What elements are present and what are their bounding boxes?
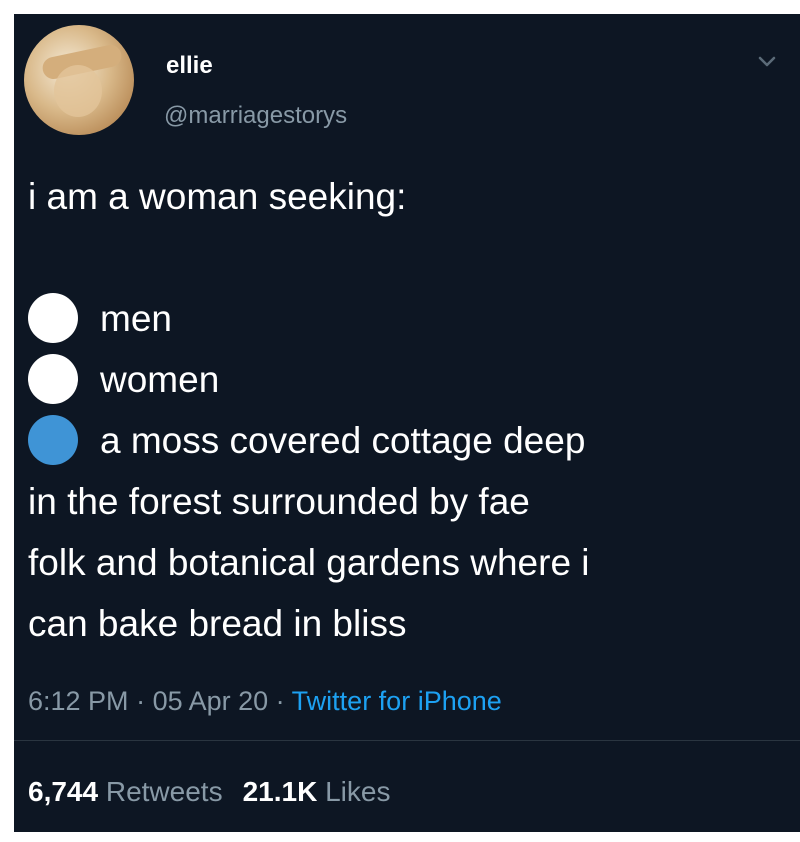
option-cottage: a moss covered cottage deep: [28, 410, 788, 471]
divider: [14, 740, 800, 741]
radio-unselected-icon: [28, 293, 78, 344]
option-label: women: [100, 359, 220, 400]
tweet-line: folk and botanical gardens where i: [28, 542, 590, 583]
likes-stat[interactable]: 21.1K Likes: [243, 776, 391, 807]
retweets-label: Retweets: [105, 776, 223, 807]
tweet-time[interactable]: 6:12 PM: [28, 686, 129, 716]
tweet-line: can bake bread in bliss: [28, 603, 407, 644]
chevron-down-icon[interactable]: [756, 50, 778, 72]
tweet-meta: 6:12 PM · 05 Apr 20 · Twitter for iPhone: [28, 686, 502, 717]
radio-selected-icon: [28, 415, 78, 466]
option-label: a moss covered cottage deep: [100, 420, 586, 461]
tweet-source-link[interactable]: Twitter for iPhone: [292, 686, 502, 716]
option-men: men: [28, 288, 788, 349]
tweet-date[interactable]: 05 Apr 20: [153, 686, 269, 716]
retweets-count: 6,744: [28, 776, 99, 807]
tweet-intro: i am a woman seeking:: [28, 176, 407, 217]
tweet-line: in the forest surrounded by fae: [28, 481, 530, 522]
separator: ·: [268, 686, 292, 716]
username[interactable]: @marriagestorys: [164, 102, 347, 130]
avatar-face: [54, 65, 102, 117]
tweet-stats: 6,744 Retweets 21.1K Likes: [28, 776, 390, 808]
separator: ·: [128, 686, 153, 716]
tweet-text: i am a woman seeking: men women a moss c…: [28, 166, 788, 654]
retweets-stat[interactable]: 6,744 Retweets: [28, 776, 223, 807]
likes-label: Likes: [325, 776, 391, 807]
option-label: men: [100, 298, 172, 339]
display-name[interactable]: ellie: [166, 52, 213, 80]
tweet-card: ellie @marriagestorys i am a woman seeki…: [14, 14, 800, 832]
avatar[interactable]: [24, 25, 134, 135]
radio-unselected-icon: [28, 354, 78, 405]
option-women: women: [28, 349, 788, 410]
likes-count: 21.1K: [242, 776, 318, 807]
